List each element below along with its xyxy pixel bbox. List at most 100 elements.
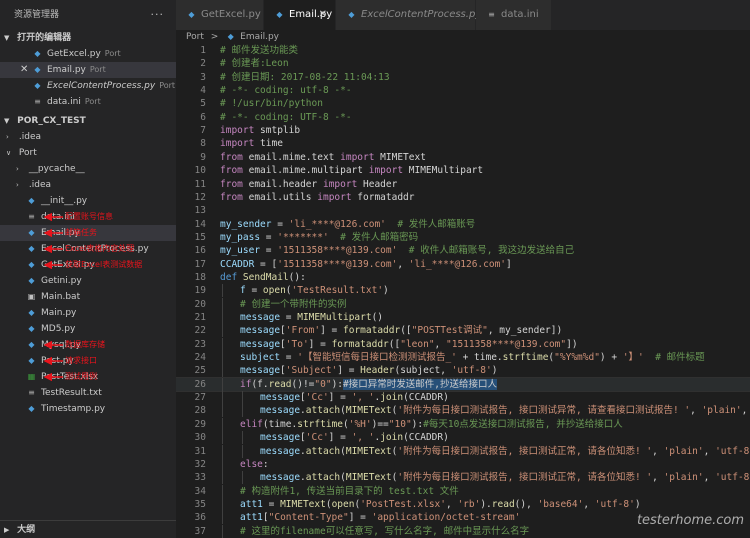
tree-item-label: .idea (18, 132, 42, 142)
indent-guide (222, 471, 223, 485)
code-token: 'Subject' (285, 365, 338, 377)
code-token: . (300, 405, 306, 417)
tree-file[interactable]: ◆ Main.py (0, 305, 176, 321)
code-token: my_sender (220, 218, 272, 230)
python-file-icon: ◆ (348, 10, 355, 19)
tree-file[interactable]: ▣ Main.bat (0, 289, 176, 305)
code-token: # -*- coding: UTF-8 -*- (220, 111, 352, 123)
tree-file[interactable]: ◆ MD5.py (0, 321, 176, 337)
open-editor-item[interactable]: ◆ ExcelContentProcess.py Port (0, 78, 176, 94)
tree-item-label: Timestamp.py (41, 404, 106, 414)
code-token: Header (360, 365, 395, 377)
code-text: message = MIMEMultipart() (240, 311, 383, 324)
code-token: '】' (622, 352, 644, 364)
breadcrumb-file[interactable]: Email.py (240, 32, 279, 42)
code-token: # 邮件发送功能类 (220, 45, 298, 56)
excel-file-icon: ▦ (27, 372, 36, 381)
tab-excelcontentprocess-py[interactable]: ◆ ExcelContentProcess.py (336, 0, 481, 30)
code-line: 34 # 构造附件1, 传送当前目录下的 test.txt 文件 (176, 484, 750, 498)
tree-file[interactable]: ≡ TestResult.txt (0, 385, 176, 401)
code-token: # 创建者:Leon (220, 58, 289, 70)
python-file-icon: ◆ (28, 340, 35, 349)
tree-folder[interactable]: › .idea (0, 177, 176, 193)
line-number: 11 (194, 178, 206, 190)
code-token: ] = (328, 432, 352, 444)
code-line: 1 # 邮件发送功能类 (176, 44, 750, 57)
code-token: MIMEText (345, 445, 392, 457)
code-token: ] = (308, 338, 332, 350)
close-icon[interactable]: ✕ (20, 62, 28, 78)
code-token: (): (288, 271, 306, 283)
more-actions-icon[interactable]: ··· (151, 0, 165, 30)
code-token: SendMail (242, 271, 289, 283)
chevron-right-icon: ▶ (4, 526, 10, 534)
code-line: 4 # -*- coding: utf-8 -*- (176, 84, 750, 97)
code-token: else (240, 458, 263, 470)
code-token: Header (363, 178, 398, 190)
project-section[interactable]: ▼ POR_CX_TEST (0, 113, 176, 129)
code-token: (CCADDR) (403, 392, 449, 404)
code-text: subject = '【智能短信每日接口检测测试报告_' + time.strf… (240, 351, 705, 364)
indent-guide (242, 471, 243, 485)
code-line: 22 message['From'] = formataddr(["POSTTes… (176, 324, 750, 338)
tab-getexcel-py[interactable]: ◆ GetExcel.py (176, 0, 264, 30)
code-token: ). (480, 498, 492, 510)
code-text: my_user = '1511358****@139.com' # 收件人邮箱账… (220, 244, 574, 257)
open-editors-section[interactable]: ▼ 打开的编辑器 (0, 30, 176, 46)
code-token: 'utf-8' (715, 472, 750, 484)
tree-folder[interactable]: ∨ Port (0, 145, 176, 161)
code-token: 'utf-8' (594, 498, 635, 510)
code-token: message (240, 312, 281, 323)
tree-file[interactable]: ◆ __init__.py (0, 193, 176, 209)
tree-file[interactable]: ◆ Getini.py (0, 273, 176, 289)
tab-data-ini[interactable]: ≡ data.ini (476, 0, 552, 30)
code-token: email.utils (248, 191, 318, 203)
code-token: ) (383, 285, 389, 297)
line-number: 29 (194, 418, 206, 430)
line-number: 15 (194, 231, 206, 243)
line-number: 4 (200, 85, 206, 97)
python-file-icon: ◆ (28, 196, 35, 205)
code-editor[interactable]: 1 # 邮件发送功能类 2 # 创建者:Leon 3 # 创建日期: 2017-08-22… (176, 44, 750, 538)
code-token: )== (371, 418, 389, 430)
code-text: att1 = MIMEText(open('PostTest.xlsx', 'r… (240, 498, 641, 511)
open-editor-folder: Port (159, 81, 176, 90)
code-token: ( (340, 472, 346, 484)
code-token: , (434, 338, 446, 350)
line-number: 18 (194, 271, 206, 283)
tree-file[interactable]: ◆ Timestamp.py (0, 401, 176, 417)
code-line: 7 import smtplib (176, 124, 750, 137)
tree-folder[interactable]: › .idea (0, 129, 176, 145)
code-token: () (371, 312, 384, 323)
python-file-icon: ◆ (34, 81, 41, 90)
indent-guide (222, 511, 223, 525)
open-editor-item[interactable]: ✕ ◆ Email.py Port (0, 62, 176, 78)
indent-guide (222, 444, 223, 458)
tab-label: data.ini (501, 9, 539, 20)
text-file-icon: ≡ (28, 388, 35, 397)
open-editor-item[interactable]: ≡ data.ini Port (0, 94, 176, 110)
breadcrumb-folder[interactable]: Port (186, 32, 204, 42)
code-token: (subject, (394, 365, 452, 377)
code-token: 'plain' (663, 445, 704, 457)
code-token: ) (491, 365, 498, 377)
code-text: # !/usr/bin/python (220, 97, 323, 110)
code-token: [ (280, 365, 286, 377)
tree-folder[interactable]: › __pycache__ (0, 161, 176, 177)
outline-section[interactable]: ▶ 大纲 (0, 520, 176, 538)
indent-guide (222, 377, 223, 391)
code-token: join (380, 432, 404, 444)
line-number: 23 (194, 338, 206, 350)
code-token: MIMEMultipart (408, 165, 484, 177)
python-file-icon: ◆ (28, 308, 35, 317)
close-icon[interactable]: ✕ (319, 0, 327, 30)
open-editor-item[interactable]: ◆ GetExcel.py Port (0, 46, 176, 62)
code-token: = (280, 352, 298, 364)
annotation-label: 测试用例 (65, 372, 97, 381)
line-number: 5 (200, 98, 206, 110)
tab-email-py[interactable]: ◆ Email.py ✕ (264, 0, 336, 30)
code-token: 'plain' (701, 405, 742, 417)
code-line: 33 message.attach(MIMEText('附件为每日接口测试报告, … (176, 471, 750, 485)
code-token: [ (280, 338, 286, 350)
annotation-label: 获取Excel表测试数据 (65, 260, 143, 269)
